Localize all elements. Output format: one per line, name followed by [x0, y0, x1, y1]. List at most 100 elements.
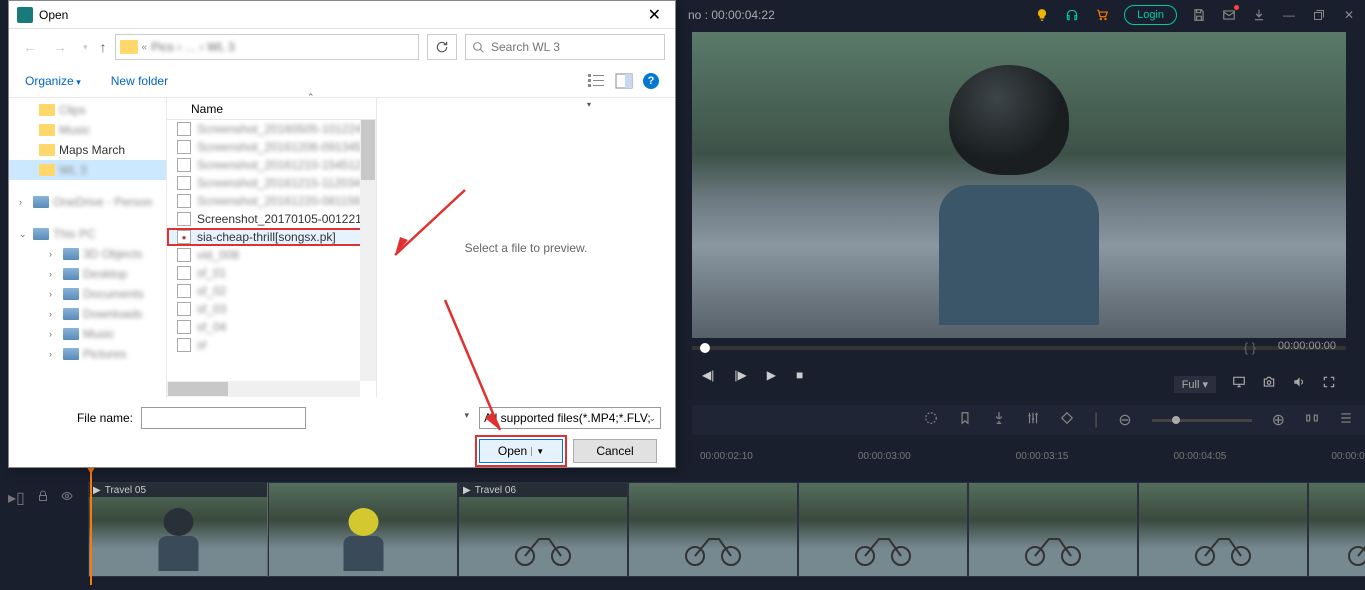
playhead[interactable]: [90, 470, 92, 585]
marker-icon[interactable]: [958, 411, 972, 430]
minimize-icon[interactable]: —: [1281, 7, 1297, 23]
file-list-panel: Name ⌃ Screenshot_20160505-101224Screens…: [167, 98, 377, 397]
timeline-clip[interactable]: [1138, 482, 1308, 577]
file-row[interactable]: sf_03: [167, 300, 376, 318]
tree-item[interactable]: Music: [9, 120, 166, 140]
timeline-clip[interactable]: ▶Travel 06: [458, 482, 628, 577]
save-icon[interactable]: [1191, 7, 1207, 23]
preview-video-frame[interactable]: [692, 32, 1346, 338]
track-visible-icon[interactable]: [61, 489, 73, 507]
cart-icon[interactable]: [1094, 7, 1110, 23]
timeline-clip[interactable]: [798, 482, 968, 577]
tips-icon[interactable]: [1034, 7, 1050, 23]
file-row[interactable]: Screenshot_20161215-112034: [167, 174, 376, 192]
frame-fwd-button[interactable]: |▶: [734, 368, 746, 382]
tree-item[interactable]: ›Desktop: [9, 264, 166, 284]
app-icon: [17, 7, 33, 23]
zoom-slider[interactable]: [1152, 419, 1252, 422]
timeline-clip[interactable]: ▶Travel 05: [88, 482, 268, 577]
timeline-clip[interactable]: [268, 482, 458, 577]
snapshot-icon[interactable]: [1262, 375, 1276, 394]
download-icon[interactable]: [1251, 7, 1267, 23]
file-row[interactable]: Screenshot_20160505-101224: [167, 120, 376, 138]
mail-icon[interactable]: [1221, 7, 1237, 23]
nav-recent-dropdown[interactable]: ▾: [79, 42, 92, 53]
voiceover-icon[interactable]: [992, 411, 1006, 430]
timeline-clip[interactable]: [1308, 482, 1365, 577]
zoom-in-icon[interactable]: ⊕: [1272, 410, 1285, 430]
tree-item[interactable]: ⌄This PC: [9, 224, 166, 244]
manage-tracks-icon[interactable]: [1339, 411, 1353, 430]
help-button[interactable]: ?: [643, 73, 659, 89]
track-video-icon[interactable]: ▸▯: [8, 488, 25, 508]
organize-menu[interactable]: Organize: [25, 74, 81, 88]
dialog-titlebar[interactable]: Open ✕: [9, 1, 675, 29]
file-type-select[interactable]: All supported files(*.MP4;*.FLV; ⌄: [479, 407, 661, 429]
support-icon[interactable]: [1064, 7, 1080, 23]
nav-back-button[interactable]: ←: [19, 39, 41, 55]
file-row[interactable]: Screenshot_20161220-081156: [167, 192, 376, 210]
file-row[interactable]: vid_008: [167, 246, 376, 264]
zoom-out-icon[interactable]: ⊖: [1118, 410, 1131, 430]
track-lock-icon[interactable]: [37, 489, 49, 507]
file-row[interactable]: sf: [167, 336, 376, 354]
play-button[interactable]: ▶: [767, 368, 776, 382]
file-list[interactable]: Screenshot_20160505-101224Screenshot_201…: [167, 120, 376, 397]
frame-back-button[interactable]: ◀|: [702, 368, 714, 382]
file-row[interactable]: sia-cheap-thrill[songsx.pk]: [167, 228, 376, 246]
stop-button[interactable]: ■: [796, 368, 803, 382]
keyframe-icon[interactable]: [1060, 411, 1074, 430]
file-row[interactable]: sf_04: [167, 318, 376, 336]
open-button[interactable]: Open ▼: [479, 439, 563, 463]
maximize-icon[interactable]: [1311, 7, 1327, 23]
dialog-title: Open: [39, 8, 642, 22]
file-name-label: File name:: [23, 411, 133, 425]
tree-item[interactable]: ›Downloads: [9, 304, 166, 324]
login-button[interactable]: Login: [1124, 5, 1177, 25]
tree-item[interactable]: Maps March: [9, 140, 166, 160]
column-header-name[interactable]: Name ⌃: [167, 98, 376, 120]
new-folder-button[interactable]: New folder: [111, 74, 168, 88]
file-name-input[interactable]: [141, 407, 306, 429]
tree-item[interactable]: ›3D Objects: [9, 244, 166, 264]
timeline-clip[interactable]: [968, 482, 1138, 577]
monitor-icon[interactable]: [1232, 375, 1246, 394]
tree-item[interactable]: ›Pictures: [9, 344, 166, 364]
fullscreen-icon[interactable]: [1322, 375, 1336, 394]
tree-item[interactable]: ›OneDrive - Person: [9, 192, 166, 212]
search-input[interactable]: [491, 40, 658, 54]
timeline-toolbar: | ⊖ ⊕: [692, 405, 1365, 435]
close-app-icon[interactable]: ✕: [1341, 7, 1357, 23]
refresh-button[interactable]: [427, 34, 457, 60]
timeline-clip[interactable]: [628, 482, 798, 577]
search-box[interactable]: [465, 34, 665, 60]
scrollbar-horizontal[interactable]: [167, 381, 360, 397]
tree-item[interactable]: ›Music: [9, 324, 166, 344]
file-row[interactable]: sf_02: [167, 282, 376, 300]
render-icon[interactable]: [924, 411, 938, 430]
mark-brackets[interactable]: { }: [1244, 340, 1256, 355]
preview-panel: [692, 32, 1346, 338]
file-row[interactable]: Screenshot_20170105-001221: [167, 210, 376, 228]
tree-item[interactable]: ›Documents: [9, 284, 166, 304]
nav-forward-button[interactable]: →: [49, 39, 71, 55]
tree-item[interactable]: Clips: [9, 100, 166, 120]
dialog-close-button[interactable]: ✕: [642, 5, 667, 25]
preview-quality-select[interactable]: Full ▾: [1174, 376, 1216, 393]
scrollbar-vertical[interactable]: [360, 120, 376, 381]
preview-pane-button[interactable]: [615, 73, 633, 89]
zoom-fit-icon[interactable]: [1305, 411, 1319, 430]
filename-dropdown-icon[interactable]: ▾: [464, 410, 469, 421]
tree-item[interactable]: WL 3: [9, 160, 166, 180]
folder-tree[interactable]: ClipsMusicMaps MarchWL 3 ›OneDrive - Pers…: [9, 98, 167, 397]
cancel-button[interactable]: Cancel: [573, 439, 657, 463]
nav-up-button[interactable]: ↑: [100, 39, 107, 55]
breadcrumb[interactable]: « Pics › … › WL 3: [115, 34, 419, 60]
view-mode-button[interactable]: ▾: [587, 73, 605, 89]
file-row[interactable]: sf_01: [167, 264, 376, 282]
file-row[interactable]: Screenshot_20161210-154512: [167, 156, 376, 174]
mixer-icon[interactable]: [1026, 411, 1040, 430]
file-row[interactable]: Screenshot_20161206-091345: [167, 138, 376, 156]
volume-icon[interactable]: [1292, 375, 1306, 394]
timeline-clips-container[interactable]: ▶Travel 05 ▶Travel 06: [88, 482, 1357, 582]
